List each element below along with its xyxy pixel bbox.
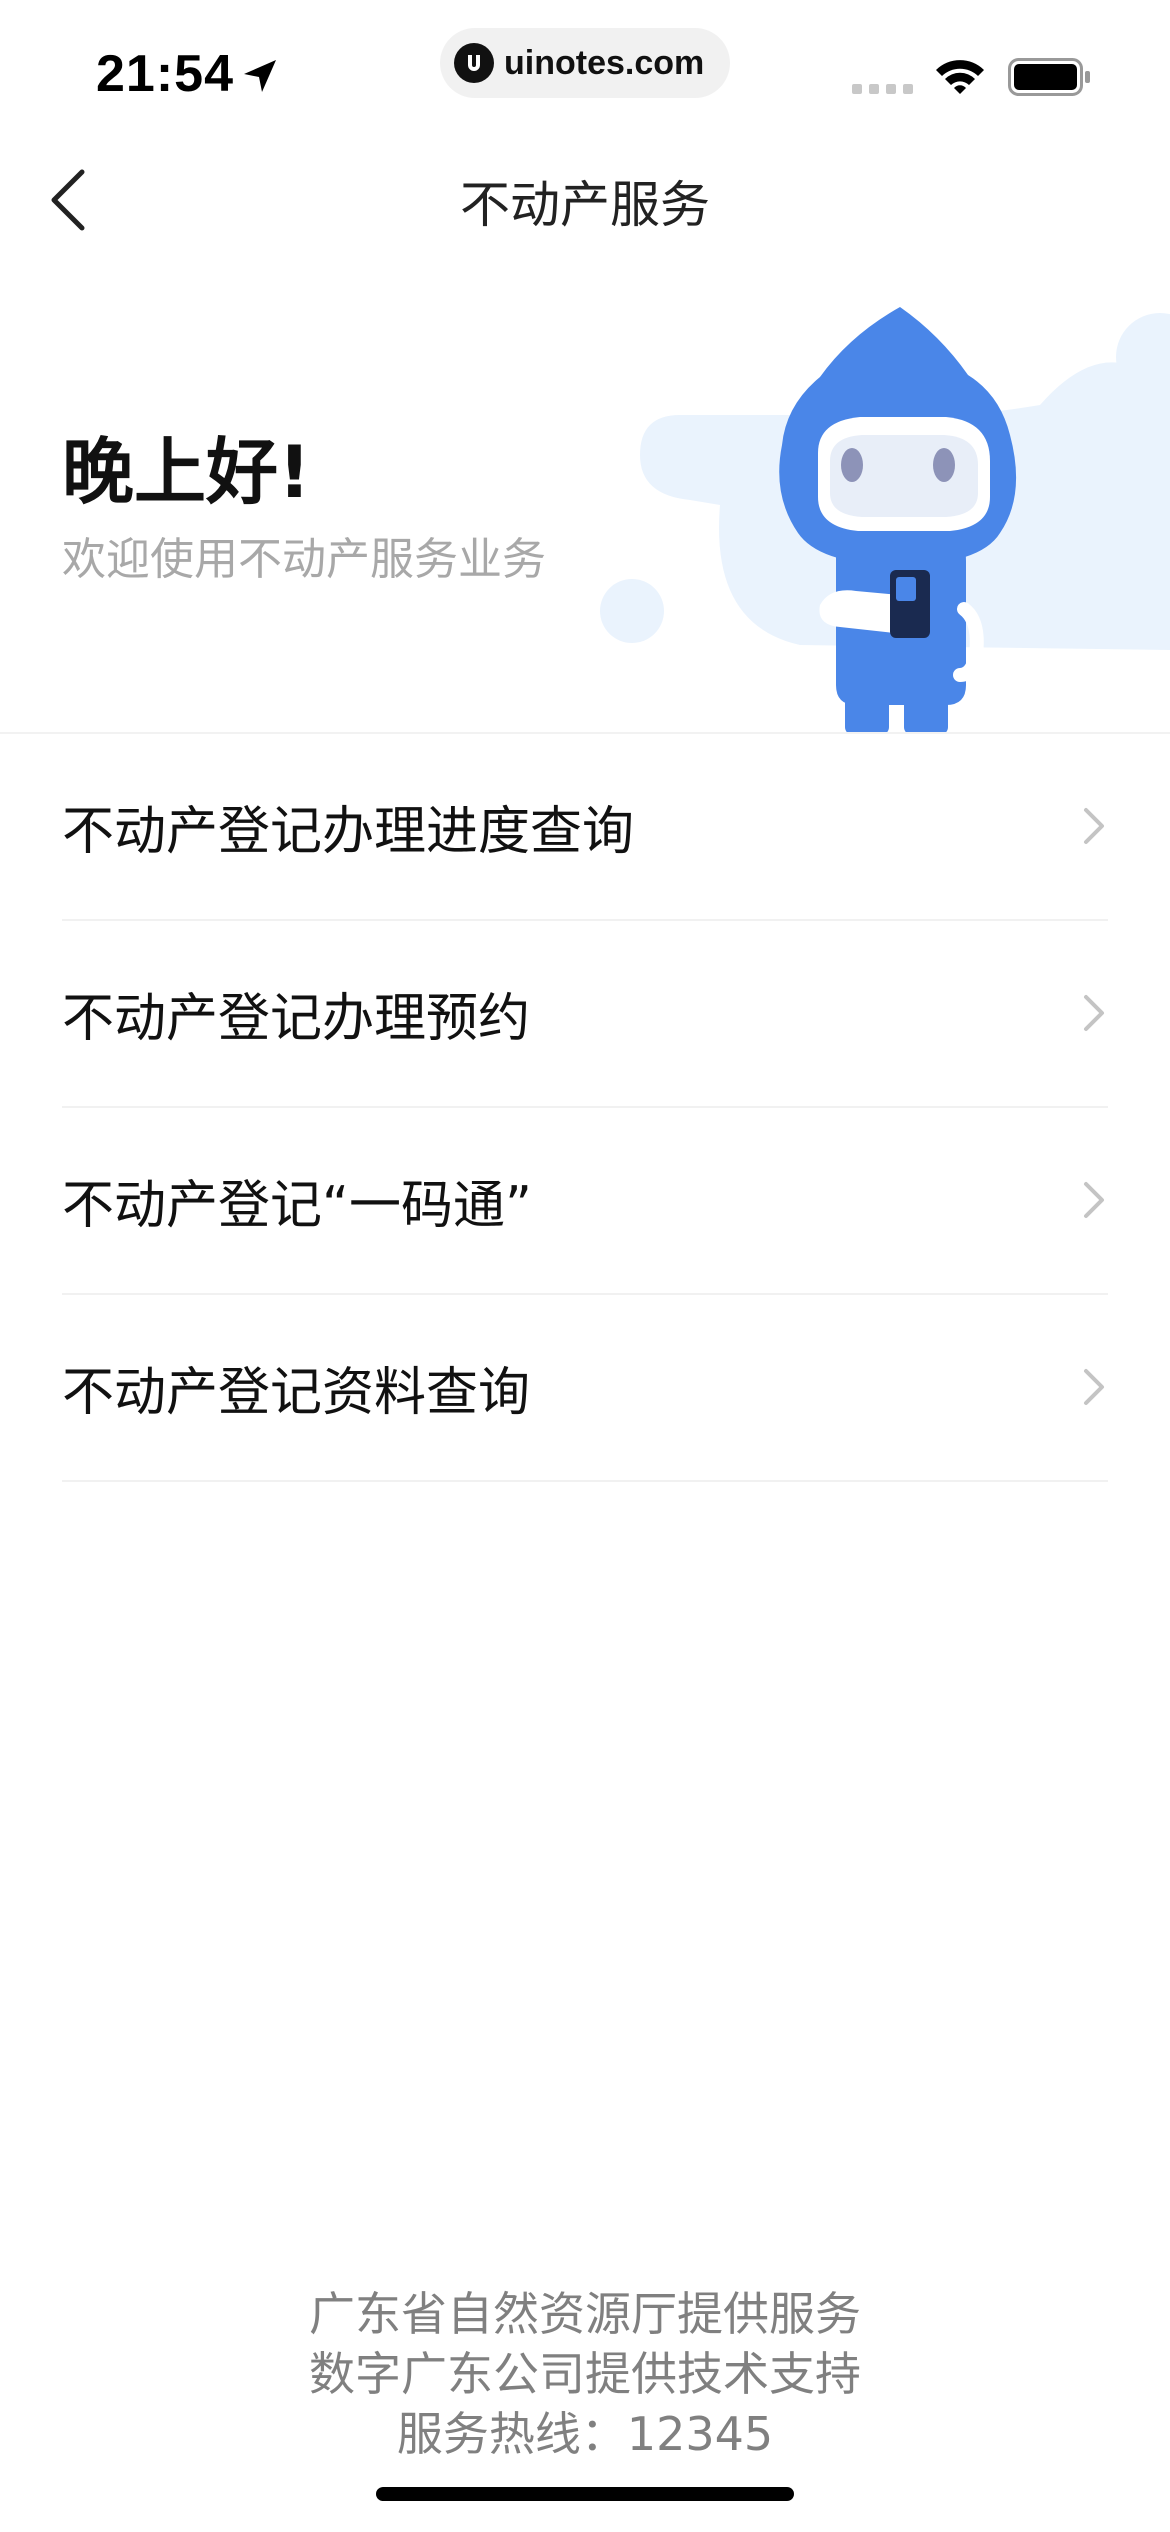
chevron-right-icon — [1084, 1369, 1104, 1405]
chevron-right-icon — [1084, 1182, 1104, 1218]
home-indicator[interactable] — [376, 2487, 794, 2501]
battery-icon — [1008, 58, 1090, 96]
wifi-icon — [936, 60, 984, 94]
menu-item-appointment[interactable]: 不动产登记办理预约 — [62, 921, 1108, 1108]
footer-tech-support: 数字广东公司提供技术支持 — [309, 2347, 861, 2401]
footer: 广东省自然资源厅提供服务 数字广东公司提供技术支持 服务热线：12345 — [0, 2284, 1170, 2464]
chevron-right-icon — [1084, 808, 1104, 844]
welcome-banner: 晚上好! 欢迎使用不动产服务业务 — [0, 265, 1170, 732]
uinotes-logo-icon — [454, 43, 494, 83]
cellular-signal-icon — [852, 84, 913, 94]
footer-provider: 广东省自然资源厅提供服务 — [309, 2287, 861, 2341]
greeting-text: 晚上好! — [62, 430, 311, 514]
menu-item-label: 不动产登记资料查询 — [62, 1363, 531, 1423]
url-pill[interactable]: uinotes.com — [440, 28, 730, 98]
location-arrow-icon — [244, 60, 276, 92]
page-title: 不动产服务 — [460, 176, 710, 234]
chevron-right-icon — [1084, 995, 1104, 1031]
footer-hotline: 服务热线：12345 — [396, 2407, 774, 2461]
menu-item-label: 不动产登记办理进度查询 — [62, 802, 635, 862]
menu-item-one-code[interactable]: 不动产登记“一码通” — [62, 1108, 1108, 1295]
service-menu-list: 不动产登记办理进度查询 不动产登记办理预约 不动产登记“一码通” 不动产登记资料… — [62, 734, 1108, 1482]
status-bar: 21:54 uinotes.com — [0, 0, 1170, 135]
status-time: 21:54 — [96, 45, 234, 103]
menu-item-progress-query[interactable]: 不动产登记办理进度查询 — [62, 734, 1108, 921]
welcome-subtitle: 欢迎使用不动产服务业务 — [62, 534, 546, 585]
nav-bar: 不动产服务 — [0, 135, 1170, 265]
menu-item-records-query[interactable]: 不动产登记资料查询 — [62, 1295, 1108, 1482]
menu-item-label: 不动产登记办理预约 — [62, 989, 531, 1049]
menu-item-label: 不动产登记“一码通” — [62, 1176, 532, 1236]
url-text: uinotes.com — [504, 43, 705, 82]
